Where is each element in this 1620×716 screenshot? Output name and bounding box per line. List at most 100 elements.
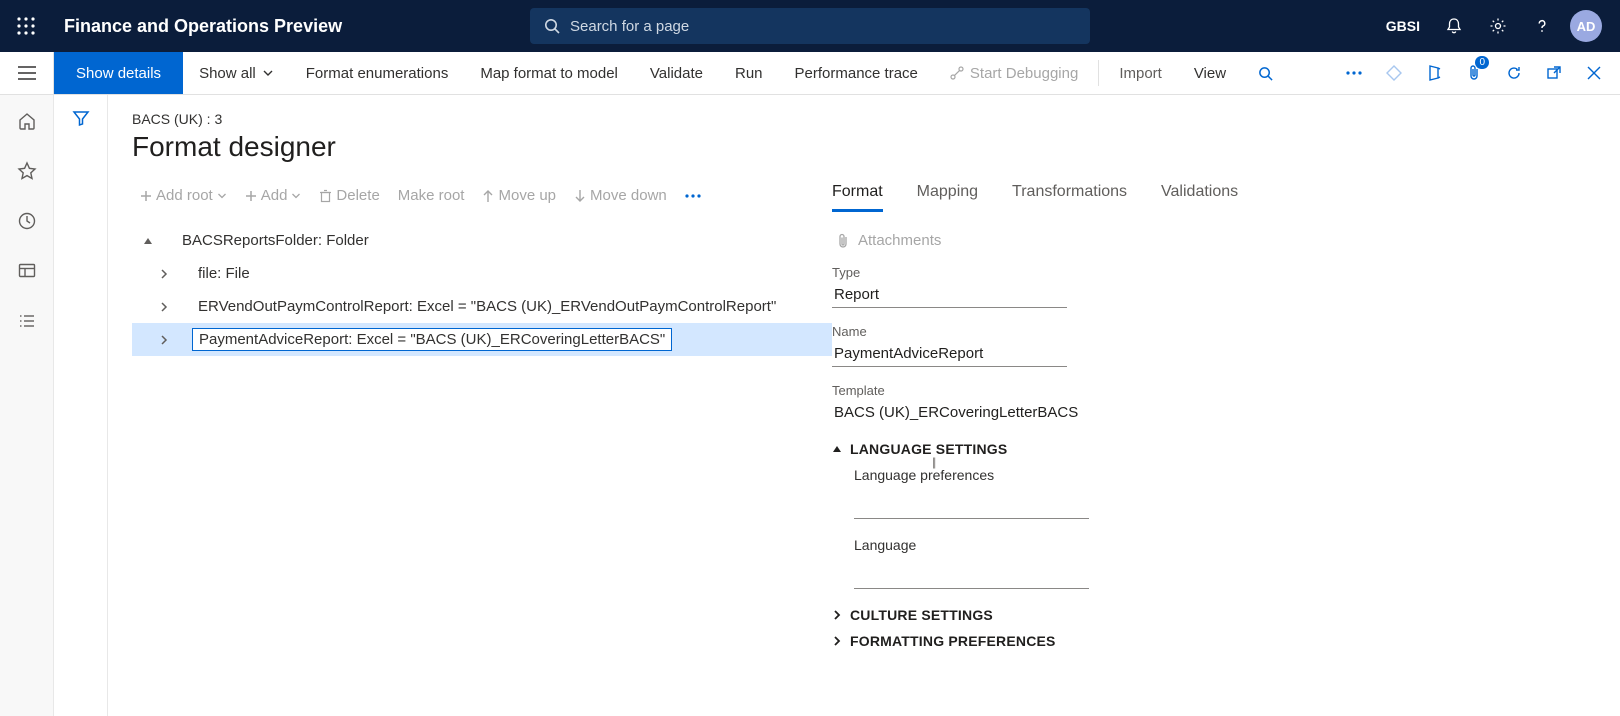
tab-transformations[interactable]: Transformations	[1012, 183, 1127, 212]
tree-label: file: File	[192, 263, 256, 284]
expand-icon	[832, 610, 842, 620]
attachments-icon[interactable]: 0	[1454, 52, 1494, 95]
add-button[interactable]: Add	[237, 183, 310, 208]
culture-settings-section[interactable]: CULTURE SETTINGS	[832, 607, 1524, 623]
chevron-down-icon	[262, 67, 274, 79]
debug-icon	[950, 66, 964, 80]
format-enumerations-button[interactable]: Format enumerations	[290, 52, 465, 94]
tab-format[interactable]: Format	[832, 183, 883, 212]
separator	[1098, 60, 1099, 86]
diamond-icon[interactable]	[1374, 52, 1414, 95]
performance-trace-button[interactable]: Performance trace	[779, 52, 934, 94]
collapse-icon[interactable]	[138, 236, 158, 246]
recent-icon[interactable]	[15, 209, 39, 233]
page-title: Format designer	[132, 131, 1620, 163]
expand-icon[interactable]	[154, 335, 174, 345]
map-format-button[interactable]: Map format to model	[464, 52, 634, 94]
global-search[interactable]	[530, 8, 1090, 44]
properties-panel: Format Mapping Transformations Validatio…	[832, 183, 1572, 659]
type-field: Type Report	[832, 265, 1067, 308]
run-button[interactable]: Run	[719, 52, 779, 94]
tree-overflow-icon[interactable]	[677, 190, 709, 202]
move-down-button[interactable]: Move down	[566, 183, 675, 208]
breadcrumb: BACS (UK) : 3	[132, 111, 1620, 127]
expand-icon	[832, 636, 842, 646]
move-up-button[interactable]: Move up	[474, 183, 564, 208]
more-actions-icon[interactable]	[1334, 52, 1374, 95]
template-field: Template BACS (UK)_ERCoveringLetterBACS	[832, 383, 1132, 425]
splitter-handle[interactable]: ||	[932, 455, 934, 469]
popout-icon[interactable]	[1534, 52, 1574, 95]
hamburger-icon[interactable]	[0, 52, 54, 94]
tab-validations[interactable]: Validations	[1161, 183, 1238, 212]
language-preferences-input[interactable]	[854, 493, 1089, 519]
validate-button[interactable]: Validate	[634, 52, 719, 94]
trash-icon	[319, 189, 332, 203]
name-field: Name PaymentAdviceReport	[832, 324, 1067, 367]
home-icon[interactable]	[15, 109, 39, 133]
search-input[interactable]	[570, 18, 1076, 35]
action-pane: Show details Show all Format enumeration…	[0, 52, 1620, 95]
tree-label: PaymentAdviceReport: Excel = "BACS (UK)_…	[192, 328, 672, 351]
tree-row[interactable]: file: File	[132, 257, 832, 290]
arrow-up-icon	[482, 189, 494, 203]
expand-icon[interactable]	[154, 302, 174, 312]
plus-icon	[245, 190, 257, 202]
template-value[interactable]: BACS (UK)_ERCoveringLetterBACS	[832, 400, 1132, 425]
format-tree: BACSReportsFolder: Folder file: File ERV…	[132, 224, 832, 356]
view-button[interactable]: View	[1178, 52, 1242, 94]
type-label: Type	[832, 265, 1067, 280]
make-root-button[interactable]: Make root	[390, 183, 473, 208]
language-settings-section[interactable]: LANGUAGE SETTINGS	[832, 441, 1524, 457]
language-preferences-label: Language preferences	[854, 467, 1524, 483]
attachments-button[interactable]: Attachments	[836, 232, 1524, 249]
arrow-down-icon	[574, 189, 586, 203]
delete-button[interactable]: Delete	[311, 183, 387, 208]
filter-strip	[54, 95, 108, 716]
paperclip-icon	[836, 233, 850, 249]
chevron-down-icon	[217, 191, 227, 201]
help-icon[interactable]	[1522, 0, 1562, 52]
import-button[interactable]: Import	[1103, 52, 1178, 94]
avatar-initials: AD	[1570, 10, 1602, 42]
template-label: Template	[832, 383, 1132, 398]
office-icon[interactable]	[1414, 52, 1454, 95]
company-code[interactable]: GBSI	[1376, 18, 1430, 34]
name-value[interactable]: PaymentAdviceReport	[832, 341, 1067, 367]
user-avatar[interactable]: AD	[1566, 0, 1606, 52]
add-root-button[interactable]: Add root	[132, 183, 235, 208]
formatting-preferences-section[interactable]: FORMATTING PREFERENCES	[832, 633, 1524, 649]
attachments-badge: 0	[1475, 56, 1489, 69]
show-all-button[interactable]: Show all	[183, 52, 290, 94]
left-navigation-rail	[0, 95, 54, 716]
star-icon[interactable]	[15, 159, 39, 183]
show-all-label: Show all	[199, 65, 256, 82]
expand-icon[interactable]	[154, 269, 174, 279]
tree-row-root[interactable]: BACSReportsFolder: Folder	[132, 224, 832, 257]
tree-row[interactable]: ERVendOutPaymControlReport: Excel = "BAC…	[132, 290, 832, 323]
action-search-icon[interactable]	[1242, 52, 1295, 94]
show-details-button[interactable]: Show details	[54, 52, 183, 94]
tree-row-selected[interactable]: PaymentAdviceReport: Excel = "BACS (UK)_…	[132, 323, 832, 356]
plus-icon	[140, 190, 152, 202]
bell-icon[interactable]	[1434, 0, 1474, 52]
name-label: Name	[832, 324, 1067, 339]
type-value[interactable]: Report	[832, 282, 1067, 308]
close-icon[interactable]	[1574, 52, 1614, 95]
filter-icon[interactable]	[72, 109, 90, 716]
waffle-icon[interactable]	[0, 0, 52, 52]
language-label: Language	[854, 537, 1524, 553]
chevron-down-icon	[291, 191, 301, 201]
tree-label: ERVendOutPaymControlReport: Excel = "BAC…	[192, 296, 782, 317]
main-content: BACS (UK) : 3 Format designer Add root A…	[108, 95, 1620, 716]
gear-icon[interactable]	[1478, 0, 1518, 52]
modules-icon[interactable]	[15, 309, 39, 333]
workspaces-icon[interactable]	[15, 259, 39, 283]
language-input[interactable]	[854, 563, 1089, 589]
properties-tabs: Format Mapping Transformations Validatio…	[832, 183, 1524, 212]
tab-mapping[interactable]: Mapping	[917, 183, 978, 212]
top-navbar: Finance and Operations Preview GBSI AD	[0, 0, 1620, 52]
collapse-icon	[832, 444, 842, 454]
search-icon	[544, 18, 560, 34]
refresh-icon[interactable]	[1494, 52, 1534, 95]
